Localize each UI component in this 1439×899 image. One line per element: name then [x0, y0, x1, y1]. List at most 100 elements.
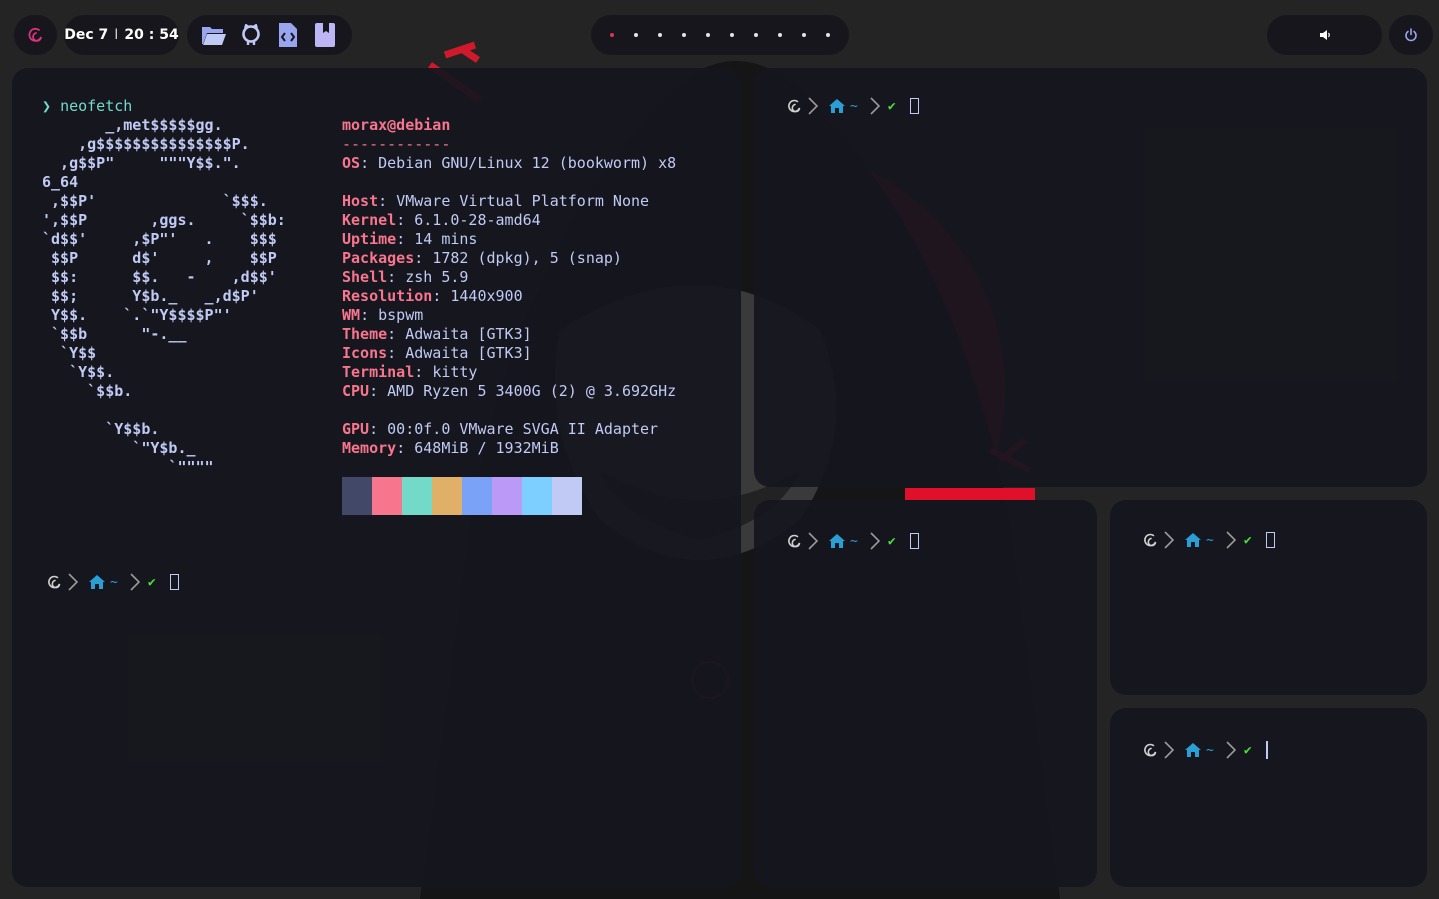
info-value: kitty — [432, 363, 478, 381]
workspace-9[interactable] — [792, 23, 816, 47]
ascii-art-line: $$: $$. - ,d$$' — [42, 268, 277, 286]
speaker-icon — [1319, 30, 1330, 40]
status-check: ✔ — [887, 98, 896, 114]
home-icon — [1182, 532, 1204, 548]
current-directory: ~ — [1206, 742, 1214, 758]
text-cursor — [1265, 532, 1275, 548]
info-key: Uptime — [342, 230, 397, 248]
clock-date: Dec 7 — [64, 27, 109, 43]
workspace-2[interactable] — [624, 23, 648, 47]
workspace-1[interactable] — [600, 23, 624, 47]
info-key: Shell — [342, 268, 388, 286]
palette-swatch — [372, 477, 402, 515]
info-key: GPU — [342, 420, 370, 438]
neofetch-info: morax@debian ------------ OS: Debian GNU… — [342, 116, 676, 458]
debian-swirl-icon — [44, 573, 66, 591]
chevron-right-icon — [1162, 740, 1176, 760]
terminal-window-main[interactable]: ❯ neofetch _,met$$$$$gg. ,g$$$$$$$$$$$$$… — [12, 68, 741, 887]
terminal-window-top-right[interactable]: ~ ✔ — [754, 68, 1427, 487]
info-value: bspwm — [378, 306, 424, 324]
chevron-right-icon — [806, 96, 820, 116]
info-key: Resolution — [342, 287, 433, 305]
github-button[interactable] — [237, 21, 265, 49]
status-check: ✔ — [147, 574, 156, 590]
current-directory: ~ — [110, 574, 118, 590]
info-key: WM — [342, 306, 361, 324]
ascii-art-line: ',$$P ,ggs. `$$b: — [42, 211, 286, 229]
workspace-dot — [658, 33, 662, 37]
shell-prompt[interactable]: ~ ✔ — [1140, 738, 1268, 762]
info-row: Terminal: kitty — [342, 363, 478, 381]
shell-prompt[interactable]: ~ ✔ — [1140, 528, 1275, 552]
clock-widget[interactable]: Dec 7 I 20 : 54 — [64, 15, 179, 55]
user-host-underline: ------------ — [342, 135, 451, 153]
text-cursor — [909, 98, 919, 114]
workspace-5[interactable] — [696, 23, 720, 47]
debian-ascii-logo: _,met$$$$$gg. ,g$$$$$$$$$$$$$$$P. ,g$$P"… — [42, 116, 286, 477]
debian-swirl-icon — [784, 532, 806, 550]
info-key: Memory — [342, 439, 397, 457]
info-row: WM: bspwm — [342, 306, 424, 324]
chevron-right-icon — [1162, 530, 1176, 550]
code-editor-button[interactable] — [274, 21, 302, 49]
workspace-7[interactable] — [744, 23, 768, 47]
chevron-right-icon — [868, 531, 882, 551]
folder-open-icon — [201, 27, 226, 45]
ascii-art-line: `$$b "-.__ — [42, 325, 187, 343]
info-row: Icons: Adwaita [GTK3] — [342, 344, 532, 362]
home-icon — [826, 533, 848, 549]
info-row: Memory: 648MiB / 1932MiB — [342, 439, 559, 457]
bookmark-icon — [315, 23, 336, 47]
workspace-10[interactable] — [816, 23, 840, 47]
home-icon — [1182, 742, 1204, 758]
workspace-4[interactable] — [672, 23, 696, 47]
text-cursor — [1265, 741, 1268, 759]
ascii-art-line: `"Y$b._ — [42, 439, 196, 457]
info-row: Shell: zsh 5.9 — [342, 268, 469, 286]
info-key: Terminal — [342, 363, 415, 381]
ascii-art-line: ,$$P' `$$$. — [42, 192, 268, 210]
ascii-art-line: `Y$$. — [42, 363, 115, 381]
info-value: 14 mins — [414, 230, 478, 248]
chevron-right-icon — [1224, 530, 1238, 550]
user-host: morax@debian — [342, 116, 451, 134]
shell-prompt[interactable]: ~ ✔ — [44, 570, 179, 594]
launcher-button[interactable] — [14, 15, 57, 55]
app-launcher-bar — [187, 15, 352, 55]
info-key: Host — [342, 192, 379, 210]
terminal-window-bottom-right-lower[interactable]: ~ ✔ — [1110, 708, 1427, 887]
shell-prompt[interactable]: ~ ✔ — [784, 94, 919, 118]
palette-swatch — [522, 477, 552, 515]
power-icon — [1405, 28, 1417, 42]
ascii-art-line: `Y$$b. — [42, 420, 160, 438]
command-text: neofetch — [60, 97, 133, 115]
clock-separator: I — [114, 27, 119, 43]
ascii-art-line: `$$b. — [42, 382, 133, 400]
shell-prompt[interactable]: ~ ✔ — [784, 529, 919, 553]
power-button[interactable] — [1389, 15, 1433, 55]
volume-control[interactable] — [1267, 15, 1382, 55]
info-row — [342, 401, 676, 420]
terminal-window-bottom-right-upper[interactable]: ~ ✔ — [1110, 500, 1427, 695]
workspace-8[interactable] — [768, 23, 792, 47]
info-row: OS: Debian GNU/Linux 12 (bookworm) x8 — [342, 154, 677, 172]
file-manager-button[interactable] — [200, 21, 228, 49]
notes-button[interactable] — [311, 21, 339, 49]
palette-swatch — [342, 477, 372, 515]
active-workspace-dot — [610, 33, 614, 37]
workspace-3[interactable] — [648, 23, 672, 47]
text-cursor — [909, 533, 919, 549]
ascii-art-line: _,met$$$$$gg. — [42, 116, 223, 134]
chevron-right-icon — [66, 572, 80, 592]
ascii-art-line: $$P d$' , $$P — [42, 249, 277, 267]
ascii-art-line: ,g$$P" """Y$$.". — [42, 154, 241, 172]
debian-swirl-icon — [28, 27, 42, 42]
workspace-dot — [802, 33, 806, 37]
terminal-window-bottom-middle[interactable]: ~ ✔ — [754, 500, 1097, 887]
workspace-6[interactable] — [720, 23, 744, 47]
current-directory: ~ — [1206, 532, 1214, 548]
home-icon — [826, 98, 848, 114]
palette-swatch — [552, 477, 582, 515]
workspace-dot — [754, 33, 758, 37]
info-row: CPU: AMD Ryzen 5 3400G (2) @ 3.692GHz — [342, 382, 677, 400]
